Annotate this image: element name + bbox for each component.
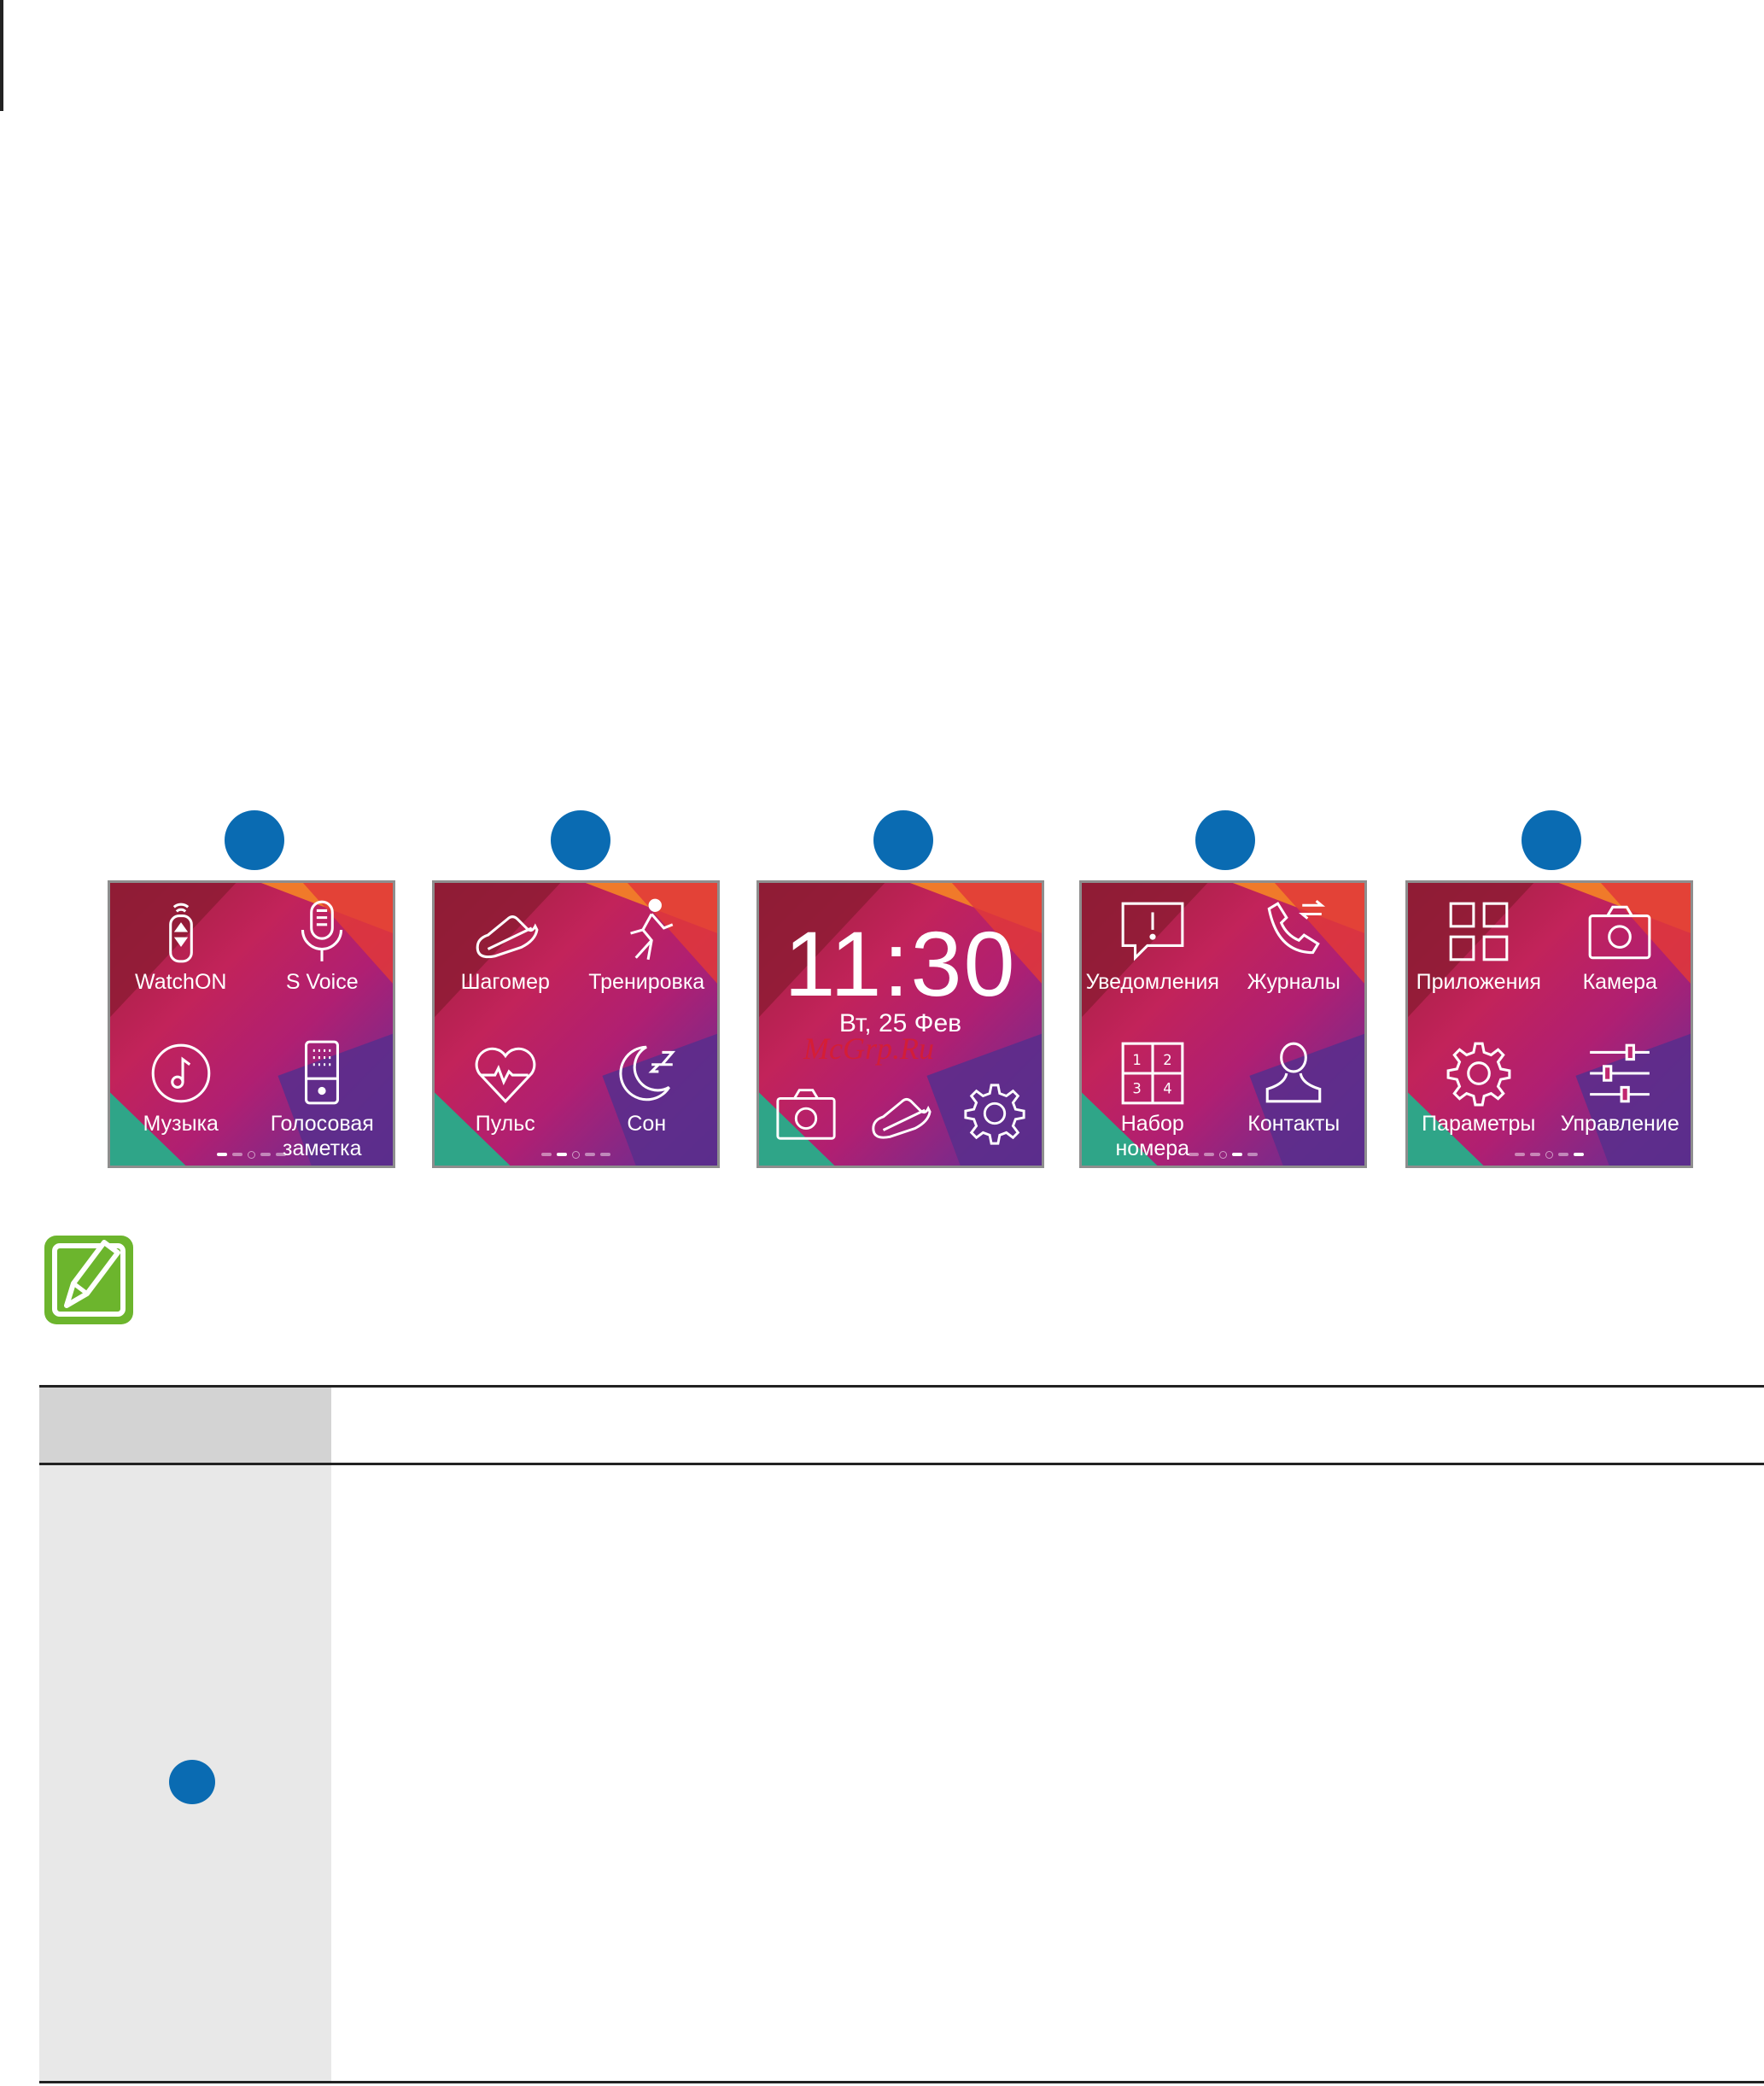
- app-label: Приложения: [1416, 970, 1541, 994]
- sliders-icon: [1590, 1043, 1650, 1102]
- app-label: Уведомления: [1085, 970, 1219, 994]
- callout-bullet-4: [1195, 810, 1255, 870]
- app-label: WatchON: [135, 970, 227, 994]
- svg-text:3: 3: [1132, 1080, 1141, 1096]
- app-label: Камера: [1582, 970, 1657, 994]
- call-log-icon: [1267, 899, 1326, 955]
- note-pencil-icon: [44, 1236, 133, 1324]
- app-s-voice[interactable]: S Voice: [252, 883, 394, 1025]
- page-indicator: [1082, 1151, 1364, 1159]
- table-header-cell: [39, 1388, 331, 1465]
- svg-text:2: 2: [1163, 1051, 1171, 1067]
- watch-screen-4: Уведомления Журналы 1 2 3 4 Набор номера…: [1079, 880, 1367, 1168]
- table-row-bullet: [169, 1760, 215, 1804]
- sneaker-icon: [476, 915, 539, 959]
- app-call-logs[interactable]: Журналы: [1224, 883, 1365, 1025]
- app-contacts[interactable]: Контакты: [1224, 1025, 1365, 1166]
- watermark: McGrp.Ru: [803, 1031, 934, 1066]
- app-notifications[interactable]: Уведомления: [1082, 883, 1224, 1025]
- app-label: Музыка: [143, 1111, 219, 1136]
- clock-time: 11:30: [784, 912, 1017, 1015]
- voice-recorder-icon: [305, 1040, 340, 1104]
- sneaker-icon[interactable]: [867, 1080, 933, 1147]
- clock-shortcuts: [759, 1080, 1042, 1147]
- app-voice-memo[interactable]: Голосовая заметка: [252, 1025, 394, 1166]
- app-settings[interactable]: Параметры: [1408, 1025, 1550, 1166]
- watch-screen-clock: 11:30 Вт, 25 Фев McGrp.Ru: [756, 880, 1044, 1168]
- callout-bullet-2: [551, 810, 610, 870]
- watch-screen-1: WatchON S Voice Музыка Голосовая заметка: [108, 880, 395, 1168]
- app-label: Журналы: [1247, 970, 1341, 994]
- app-label: Пульс: [475, 1111, 535, 1136]
- app-label: Управление: [1560, 1111, 1679, 1136]
- svg-text:4: 4: [1163, 1080, 1171, 1096]
- callout-bullet-3: [873, 810, 933, 870]
- app-apps[interactable]: Приложения: [1408, 883, 1550, 1025]
- sleep-moon-icon: [619, 1045, 676, 1101]
- music-note-icon: [151, 1043, 211, 1102]
- app-label: Шагомер: [460, 970, 550, 994]
- app-pedometer[interactable]: Шагомер: [435, 883, 576, 1025]
- page-indicator: [1408, 1151, 1691, 1159]
- gear-icon: [1446, 1042, 1511, 1106]
- table-header-row: [39, 1388, 1764, 1465]
- app-label: Сон: [627, 1111, 667, 1136]
- table-bottom-rule: [39, 2081, 1764, 2083]
- app-label: Контакты: [1247, 1111, 1341, 1136]
- microphone-icon: [301, 900, 343, 961]
- notification-icon: [1121, 902, 1184, 961]
- runner-icon: [630, 898, 674, 961]
- callout-bullet-5: [1522, 810, 1581, 870]
- app-label: Параметры: [1422, 1111, 1536, 1136]
- watch-screen-5: Приложения Камера Параметры Управление: [1405, 880, 1693, 1168]
- apps-grid-icon: [1449, 902, 1509, 961]
- page-edge-line: [0, 0, 3, 111]
- heart-rate-icon: [475, 1047, 536, 1103]
- app-exercise[interactable]: Тренировка: [576, 883, 718, 1025]
- svg-text:1: 1: [1132, 1051, 1141, 1067]
- page-indicator: [110, 1151, 393, 1159]
- remote-icon: [168, 903, 193, 963]
- camera-icon[interactable]: [773, 1080, 839, 1147]
- app-watchon[interactable]: WatchON: [110, 883, 252, 1025]
- callout-bullet-1: [225, 810, 284, 870]
- page-indicator: [435, 1151, 717, 1159]
- app-music[interactable]: Музыка: [110, 1025, 252, 1166]
- app-camera[interactable]: Камера: [1550, 883, 1691, 1025]
- app-label: S Voice: [285, 970, 359, 994]
- gear-icon[interactable]: [961, 1080, 1028, 1147]
- app-controls[interactable]: Управление: [1550, 1025, 1691, 1166]
- app-heart-rate[interactable]: Пульс: [435, 1025, 576, 1166]
- app-label: Тренировка: [588, 970, 705, 994]
- camera-icon: [1588, 905, 1651, 960]
- watch-screen-2: Шагомер Тренировка Пульс Сон: [432, 880, 720, 1168]
- contact-icon: [1265, 1042, 1322, 1102]
- app-sleep[interactable]: Сон: [576, 1025, 718, 1166]
- app-dialer[interactable]: 1 2 3 4 Набор номера: [1082, 1025, 1224, 1166]
- dialpad-icon: 1 2 3 4: [1121, 1042, 1184, 1104]
